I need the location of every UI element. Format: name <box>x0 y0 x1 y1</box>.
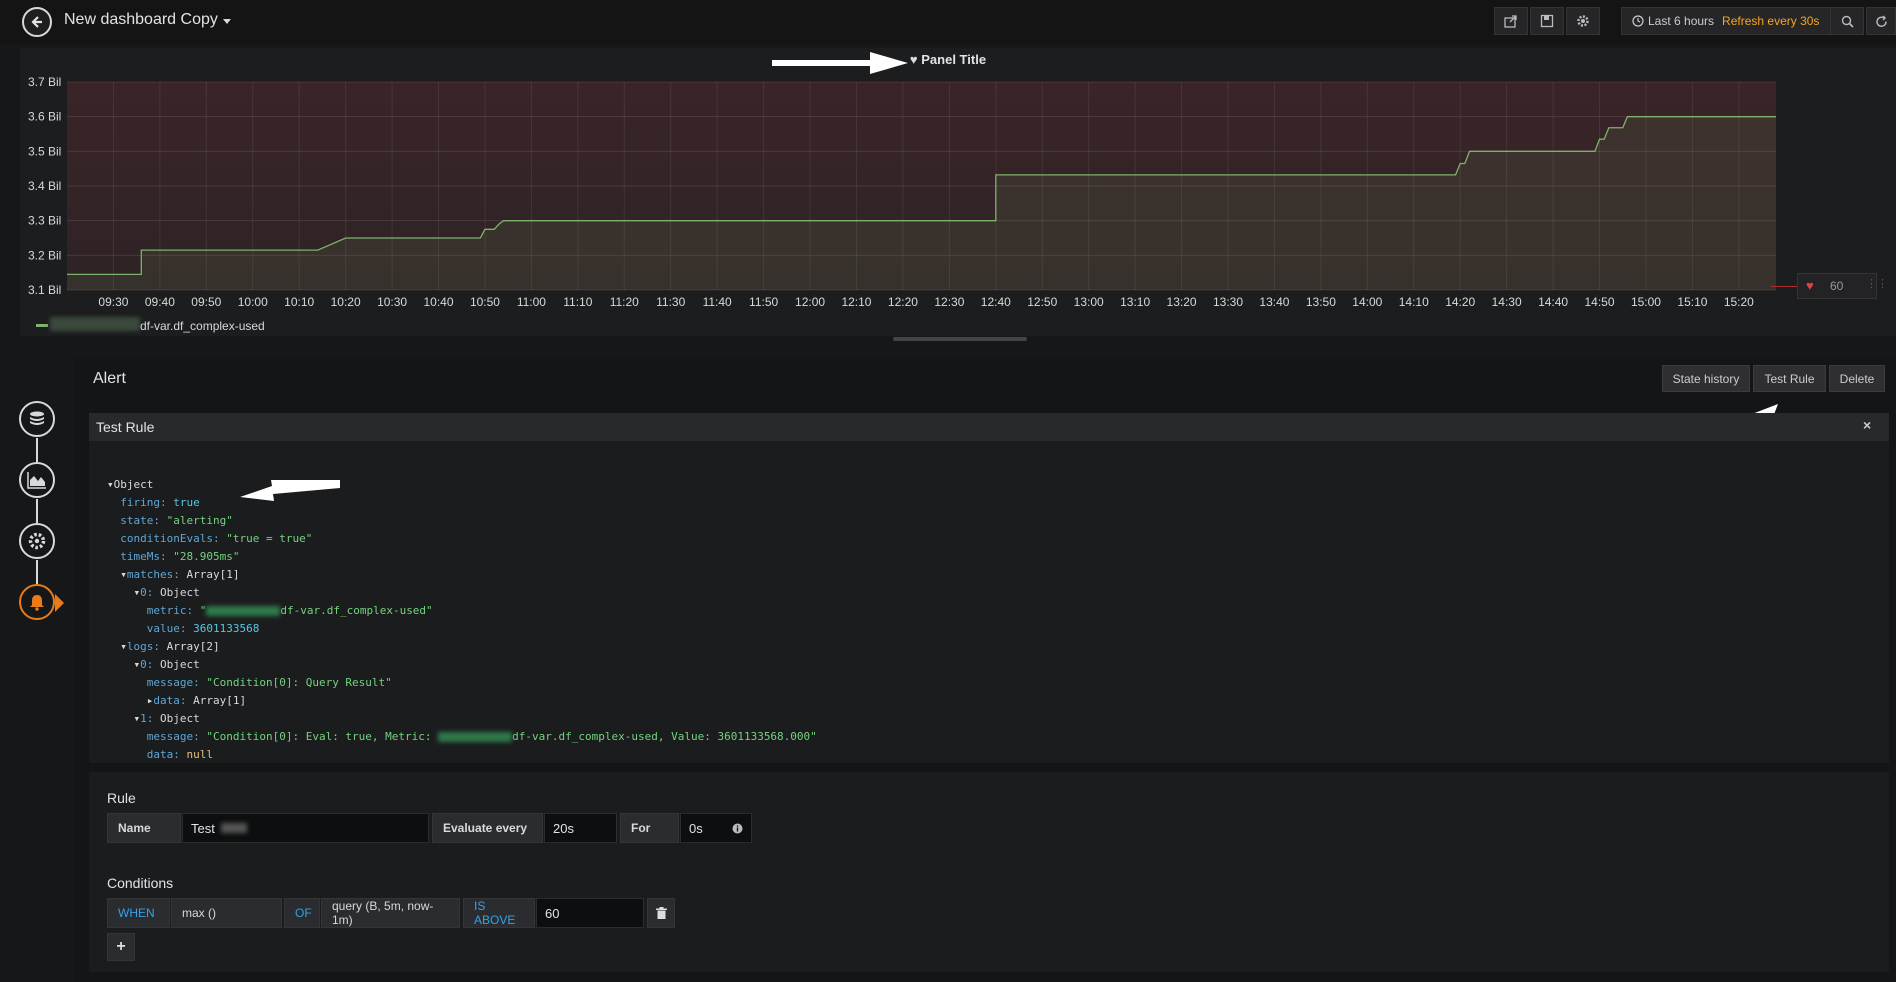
x-tick-label: 12:20 <box>888 295 918 309</box>
x-tick-label: 09:30 <box>98 295 128 309</box>
x-tick-label: 14:40 <box>1538 295 1568 309</box>
chart-icon[interactable] <box>19 462 55 498</box>
x-tick-label: 10:40 <box>424 295 454 309</box>
rule-name-input[interactable]: Test <box>182 813 429 843</box>
state-history-button[interactable]: State history <box>1662 365 1750 392</box>
x-tick-label: 11:20 <box>610 295 639 309</box>
x-tick-label: 14:10 <box>1399 295 1429 309</box>
redacted-text <box>438 732 513 742</box>
x-tick-label: 14:30 <box>1492 295 1522 309</box>
y-tick-label: 3.2 Bil <box>28 248 61 262</box>
evaluate-every-input[interactable]: 20s <box>544 813 617 843</box>
legend-color-swatch <box>36 324 48 327</box>
x-tick-label: 14:20 <box>1445 295 1475 309</box>
x-tick-label: 10:50 <box>470 295 500 309</box>
x-tick-label: 11:30 <box>656 295 685 309</box>
x-tick-label: 14:50 <box>1585 295 1615 309</box>
panel-resize-handle[interactable] <box>893 337 1027 341</box>
x-tick-label: 15:20 <box>1724 295 1754 309</box>
alert-title: Alert <box>93 370 126 387</box>
x-tick-label: 13:00 <box>1074 295 1104 309</box>
x-tick-label: 15:00 <box>1631 295 1661 309</box>
heart-icon: ♥ <box>1806 278 1814 293</box>
drag-handle-icon[interactable]: ⋮⋮ <box>1866 277 1888 290</box>
y-tick-label: 3.5 Bil <box>28 144 61 158</box>
x-tick-label: 13:20 <box>1167 295 1197 309</box>
y-tick-label: 3.7 Bil <box>28 75 61 89</box>
when-keyword: WHEN <box>107 898 170 928</box>
test-rule-header <box>89 413 1889 441</box>
x-tick-label: 11:40 <box>703 295 732 309</box>
y-tick-label: 3.3 Bil <box>28 214 61 228</box>
legend-series-label[interactable]: df-var.df_complex-used <box>140 319 265 333</box>
x-tick-label: 10:30 <box>377 295 407 309</box>
redacted-text <box>220 823 247 833</box>
x-tick-label: 12:40 <box>981 295 1011 309</box>
rule-section <box>89 772 1889 972</box>
of-keyword: OF <box>284 898 320 928</box>
x-tick-label: 11:10 <box>563 295 592 309</box>
legend-redacted-host <box>50 317 140 331</box>
active-step-pointer <box>55 594 64 612</box>
json-tree: ▾Object firing: true state: "alerting" c… <box>107 478 817 761</box>
evaluator-type-select[interactable]: IS ABOVE <box>463 898 535 928</box>
x-tick-label: 13:50 <box>1306 295 1336 309</box>
x-tick-label: 15:10 <box>1677 295 1707 309</box>
x-tick-label: 13:30 <box>1213 295 1243 309</box>
info-icon[interactable] <box>732 823 743 834</box>
x-tick-label: 12:10 <box>841 295 871 309</box>
annotation-arrow <box>240 480 340 501</box>
x-tick-label: 10:20 <box>331 295 361 309</box>
reducer-select[interactable]: max () <box>171 898 282 928</box>
for-label: For <box>620 813 679 843</box>
x-tick-label: 10:10 <box>284 295 314 309</box>
evaluate-every-label: Evaluate every <box>432 813 543 843</box>
x-tick-label: 09:40 <box>145 295 175 309</box>
test-rule-button[interactable]: Test Rule <box>1753 365 1826 392</box>
x-tick-label: 12:50 <box>1027 295 1057 309</box>
name-label: Name <box>107 813 181 843</box>
test-rule-title: Test Rule <box>96 419 155 435</box>
expand-toggle-icon[interactable]: ▾ <box>120 568 127 581</box>
redacted-text <box>206 606 281 616</box>
expand-toggle-icon[interactable]: ▾ <box>107 478 114 491</box>
line-chart: 3.7 Bil 3.6 Bil 3.5 Bil 3.4 Bil 3.3 Bil 3.2 B… <box>28 75 1776 309</box>
x-tick-label: 09:50 <box>191 295 221 309</box>
x-tick-label: 11:50 <box>749 295 778 309</box>
x-tick-label: 14:00 <box>1352 295 1382 309</box>
close-icon[interactable]: × <box>1863 417 1871 433</box>
y-tick-label: 3.6 Bil <box>28 110 61 124</box>
expand-toggle-icon[interactable]: ▾ <box>120 640 127 653</box>
bell-icon[interactable] <box>19 584 55 620</box>
series-area-fill <box>67 116 1776 291</box>
x-tick-label: 12:00 <box>795 295 825 309</box>
threshold-value: 60 <box>1830 279 1844 293</box>
for-duration-input[interactable]: 0s <box>680 813 752 843</box>
database-icon[interactable] <box>19 401 55 437</box>
x-tick-label: 11:00 <box>517 295 546 309</box>
delete-button[interactable]: Delete <box>1829 365 1885 392</box>
y-tick-label: 3.4 Bil <box>28 179 61 193</box>
add-condition-button[interactable]: + <box>107 933 135 961</box>
query-select[interactable]: query (B, 5m, now-1m) <box>321 898 460 928</box>
x-tick-label: 13:40 <box>1259 295 1289 309</box>
threshold-handle[interactable]: ♥ 60 ⋮⋮ <box>1797 273 1888 299</box>
conditions-section-title: Conditions <box>107 875 174 891</box>
threshold-handle-line <box>1771 286 1797 287</box>
y-tick-label: 3.1 Bil <box>28 283 61 297</box>
x-tick-label: 12:30 <box>934 295 964 309</box>
trash-icon[interactable] <box>647 898 675 928</box>
x-tick-label: 13:10 <box>1120 295 1150 309</box>
threshold-input[interactable]: 60 <box>536 898 644 928</box>
x-tick-label: 10:00 <box>238 295 268 309</box>
rule-section-title: Rule <box>107 790 136 806</box>
gear-icon[interactable] <box>19 523 55 559</box>
